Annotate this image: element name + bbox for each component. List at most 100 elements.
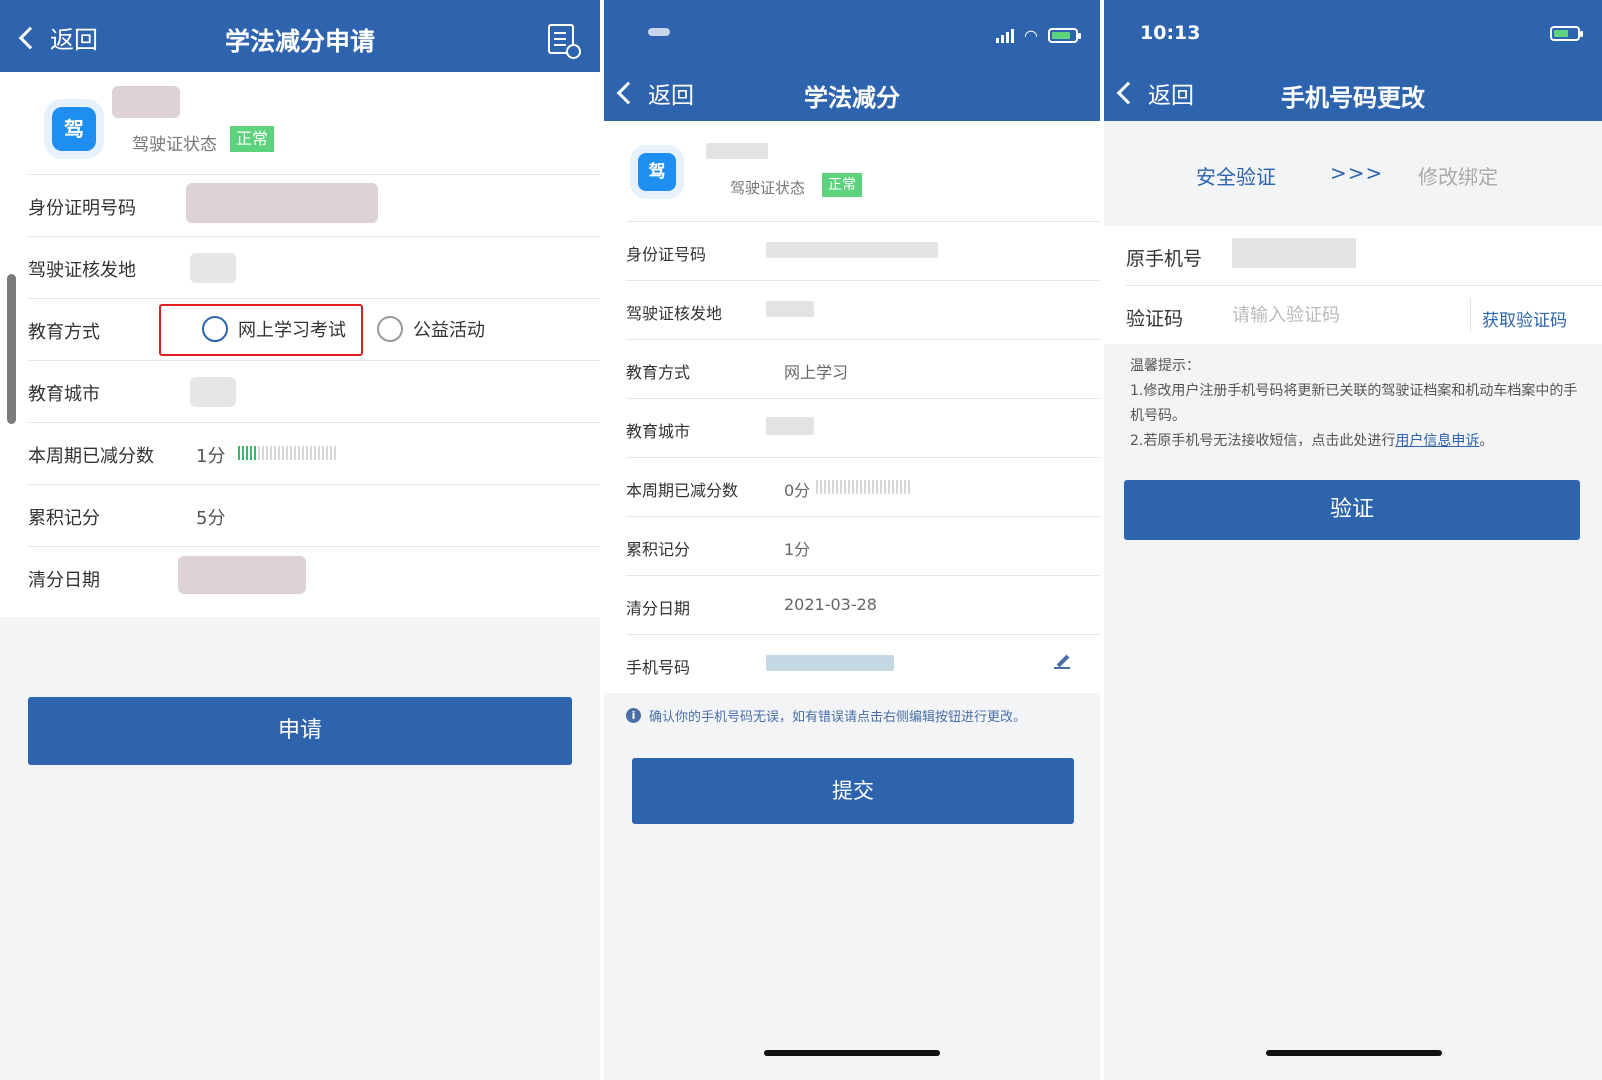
row-label: 累积记分 <box>626 540 691 559</box>
wifi-icon: ◠ <box>1024 26 1038 45</box>
status-icons <box>1550 26 1583 41</box>
code-label: 验证码 <box>1126 308 1184 330</box>
row-label: 清分日期 <box>28 570 100 591</box>
row-label: 教育城市 <box>28 384 100 405</box>
page-title: 手机号码更改 <box>1281 84 1425 112</box>
row-label: 教育方式 <box>626 363 691 382</box>
nav-header: ◠ 返回 学法减分 <box>604 0 1100 121</box>
verify-button[interactable]: 验证 <box>1124 480 1580 540</box>
radio-label: 公益活动 <box>413 320 485 341</box>
nav-header: 10:13 返回 手机号码更改 <box>1104 0 1602 121</box>
redacted-old-phone <box>1232 238 1356 268</box>
row-label: 身份证明号码 <box>28 198 136 219</box>
step-indicator: 安全验证 >>> 修改绑定 <box>1104 121 1602 226</box>
row-value: 5分 <box>196 508 226 529</box>
progress-track <box>816 480 910 494</box>
old-phone-label: 原手机号 <box>1126 248 1203 270</box>
points-progress-bar <box>816 480 910 494</box>
code-row: 验证码 获取验证码 <box>1126 285 1602 344</box>
status-icons: ◠ <box>996 26 1081 45</box>
radio-online-exam[interactable]: 网上学习考试 <box>202 316 346 342</box>
redacted-value <box>766 242 938 258</box>
radio-public-activity[interactable]: 公益活动 <box>377 316 485 342</box>
row-label: 本周期已减分数 <box>28 446 154 467</box>
row-value: 1分 <box>196 446 226 467</box>
step-change-binding: 修改绑定 <box>1418 165 1498 189</box>
tips-line-1: 1.修改用户注册手机号码将更新已关联的驾驶证档案和机动车档案中的手机号码。 <box>1130 383 1578 424</box>
row-id-number: 身份证明号码 <box>28 174 600 236</box>
scrollbar-thumb[interactable] <box>7 274 16 424</box>
code-input[interactable] <box>1232 296 1452 334</box>
license-info-card: 驾 驾驶证状态 正常 身份证明号码 驾驶证核发地 教育方式 网上学习考试 公益活… <box>0 72 600 617</box>
radio-circle-icon <box>377 316 403 342</box>
document-history-icon[interactable] <box>548 24 581 59</box>
clock-icon <box>566 44 581 59</box>
redacted-name <box>706 143 768 159</box>
row-label: 教育方式 <box>28 322 100 343</box>
license-status-label: 驾驶证状态 <box>730 179 806 197</box>
old-phone-row: 原手机号 <box>1126 226 1602 285</box>
row-issue-place: 驾驶证核发地 <box>28 236 600 298</box>
row-label: 清分日期 <box>626 599 691 618</box>
row-issue-place: 驾驶证核发地 <box>626 280 1100 339</box>
step-arrows: >>> <box>1330 161 1384 185</box>
redacted-value <box>178 556 306 594</box>
row-clear-date: 清分日期 2021-03-28 <box>626 575 1100 634</box>
step-security-verify: 安全验证 <box>1196 165 1276 189</box>
user-appeal-link[interactable]: 用户信息申诉 <box>1395 433 1479 449</box>
row-edu-city: 教育城市 <box>626 398 1100 457</box>
phone-notice: i 确认你的手机号码无误，如有错误请点击右侧编辑按钮进行更改。 <box>626 706 1026 725</box>
license-info-card: 驾 驾驶证状态 正常 身份证号码 驾驶证核发地 教育方式 网上学习 教育城市 本… <box>604 121 1100 693</box>
tips-title: 温馨提示： <box>1130 358 1200 374</box>
radio-label: 网上学习考试 <box>238 320 346 341</box>
row-label: 驾驶证核发地 <box>626 304 723 323</box>
screen-phone-change: 10:13 返回 手机号码更改 安全验证 >>> 修改绑定 原手机号 验证码 获… <box>1104 0 1602 1080</box>
home-indicator <box>764 1050 940 1056</box>
row-edu-method: 教育方式 网上学习考试 公益活动 <box>28 298 600 360</box>
info-icon: i <box>626 708 641 723</box>
row-accumulated-points: 累积记分 1分 <box>626 516 1100 575</box>
radio-circle-icon <box>202 316 228 342</box>
verify-form: 原手机号 验证码 获取验证码 <box>1104 226 1602 344</box>
status-badge: 正常 <box>822 173 862 197</box>
redacted-name <box>112 86 180 118</box>
license-icon: 驾 <box>52 107 96 151</box>
status-badge: 正常 <box>230 126 274 152</box>
tips-line-2: 2.若原手机号无法接收短信，点击此处进行用户信息申诉。 <box>1130 429 1580 454</box>
page-title: 学法减分申请 <box>224 27 375 56</box>
redacted-value <box>186 183 378 223</box>
redacted-value <box>190 377 236 407</box>
row-id-number: 身份证号码 <box>626 221 1100 280</box>
home-indicator <box>1266 1050 1442 1056</box>
row-edu-city: 教育城市 <box>28 360 600 422</box>
tips-line-2-suffix: 。 <box>1479 433 1494 449</box>
get-code-button[interactable]: 获取验证码 <box>1482 306 1567 331</box>
battery-icon <box>1048 28 1081 43</box>
license-icon: 驾 <box>638 153 676 191</box>
page-title: 学法减分 <box>804 84 900 112</box>
row-label: 累积记分 <box>28 508 100 529</box>
scrollbar[interactable] <box>7 274 16 464</box>
license-status-label: 驾驶证状态 <box>132 135 217 155</box>
points-progress-bar <box>238 446 336 460</box>
screen-study-deduction-apply: 返回 学法减分申请 驾 驾驶证状态 正常 身份证明号码 驾驶证核发地 教育方式 … <box>0 0 600 1080</box>
status-bar: 10:13 <box>1104 0 1602 70</box>
redacted-value <box>766 417 814 435</box>
tips-box: 温馨提示： 1.修改用户注册手机号码将更新已关联的驾驶证档案和机动车档案中的手机… <box>1130 354 1580 454</box>
apply-button[interactable]: 申请 <box>28 697 572 765</box>
row-reduced-points: 本周期已减分数 0分 <box>626 457 1100 516</box>
progress-fill <box>238 446 256 460</box>
redacted-time <box>648 28 670 36</box>
row-phone: 手机号码 <box>626 634 1100 693</box>
battery-icon <box>1550 26 1583 41</box>
row-label: 手机号码 <box>626 658 691 677</box>
notice-text: 确认你的手机号码无误，如有错误请点击右侧编辑按钮进行更改。 <box>649 710 1027 725</box>
row-value: 网上学习 <box>784 363 849 382</box>
pencil-icon[interactable] <box>1054 653 1070 669</box>
row-accumulated-points: 累积记分 5分 <box>28 484 600 546</box>
row-value: 0分 <box>784 481 811 500</box>
signal-icon <box>996 28 1015 43</box>
submit-button[interactable]: 提交 <box>632 758 1074 824</box>
row-value: 1分 <box>784 540 811 559</box>
row-label: 教育城市 <box>626 422 691 441</box>
